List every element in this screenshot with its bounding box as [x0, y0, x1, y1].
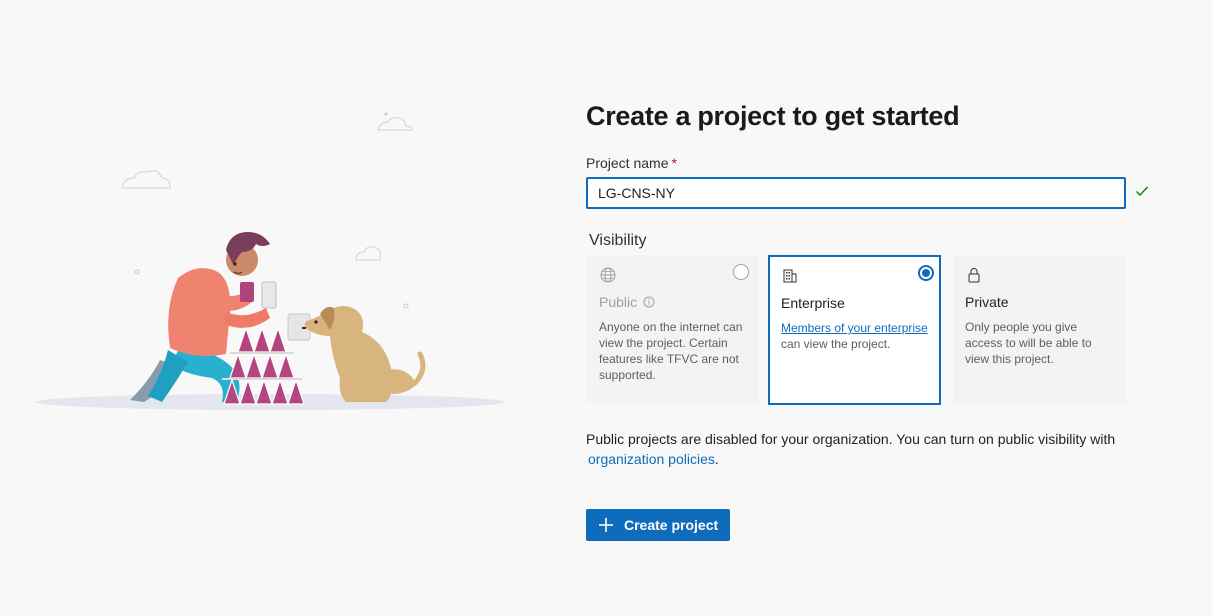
building-icon: [783, 269, 797, 283]
create-project-label: Create project: [624, 517, 719, 533]
public-description: Anyone on the internet can view the proj…: [599, 320, 743, 382]
public-disabled-notice: Public projects are disabled for your or…: [586, 429, 1146, 469]
public-title-text: Public: [599, 294, 638, 310]
checkmark-icon: [1136, 186, 1149, 197]
illustration-person-dog-cards: [35, 112, 505, 410]
visibility-option-private[interactable]: Private Only people you give access to w…: [953, 255, 1126, 403]
radio-public[interactable]: [733, 264, 749, 280]
project-name-label: Project name *: [586, 154, 1146, 172]
radio-enterprise[interactable]: [918, 265, 934, 281]
info-icon[interactable]: [643, 296, 655, 308]
private-title: Private: [965, 294, 1009, 310]
create-project-button[interactable]: Create project: [586, 509, 731, 541]
create-project-form: Create a project to get started Project …: [586, 96, 1149, 541]
visibility-option-public-title: Public: [599, 293, 747, 311]
private-description: Only people you give access to will be a…: [965, 320, 1092, 366]
create-project-page: Create a project to get started Project …: [0, 0, 1212, 616]
project-name-input[interactable]: [586, 177, 1126, 209]
required-marker: *: [671, 155, 677, 171]
public-disabled-text: Public projects are disabled for your or…: [586, 431, 1116, 447]
lock-icon: [968, 268, 980, 283]
visibility-option-public[interactable]: Public Anyone on the internet can view t…: [587, 255, 759, 403]
members-of-enterprise-link[interactable]: Members of your enterprise: [781, 321, 928, 335]
enterprise-title: Enterprise: [781, 295, 845, 311]
visibility-option-enterprise[interactable]: Enterprise Members of your enterprise ca…: [768, 255, 941, 405]
notice-suffix: .: [714, 451, 719, 467]
project-name-row: [586, 177, 1149, 209]
visibility-options: Public Anyone on the internet can view t…: [586, 255, 1146, 407]
enterprise-description: Members of your enterprise can view the …: [781, 320, 928, 352]
enterprise-description-suffix: can view the project.: [781, 337, 891, 351]
organization-policies-link[interactable]: organization policies: [588, 451, 715, 467]
globe-icon: [600, 267, 616, 283]
visibility-label: Visibility: [589, 232, 647, 249]
page-title: Create a project to get started: [586, 101, 960, 131]
plus-icon: [599, 518, 613, 532]
project-name-label-text: Project name: [586, 155, 669, 171]
